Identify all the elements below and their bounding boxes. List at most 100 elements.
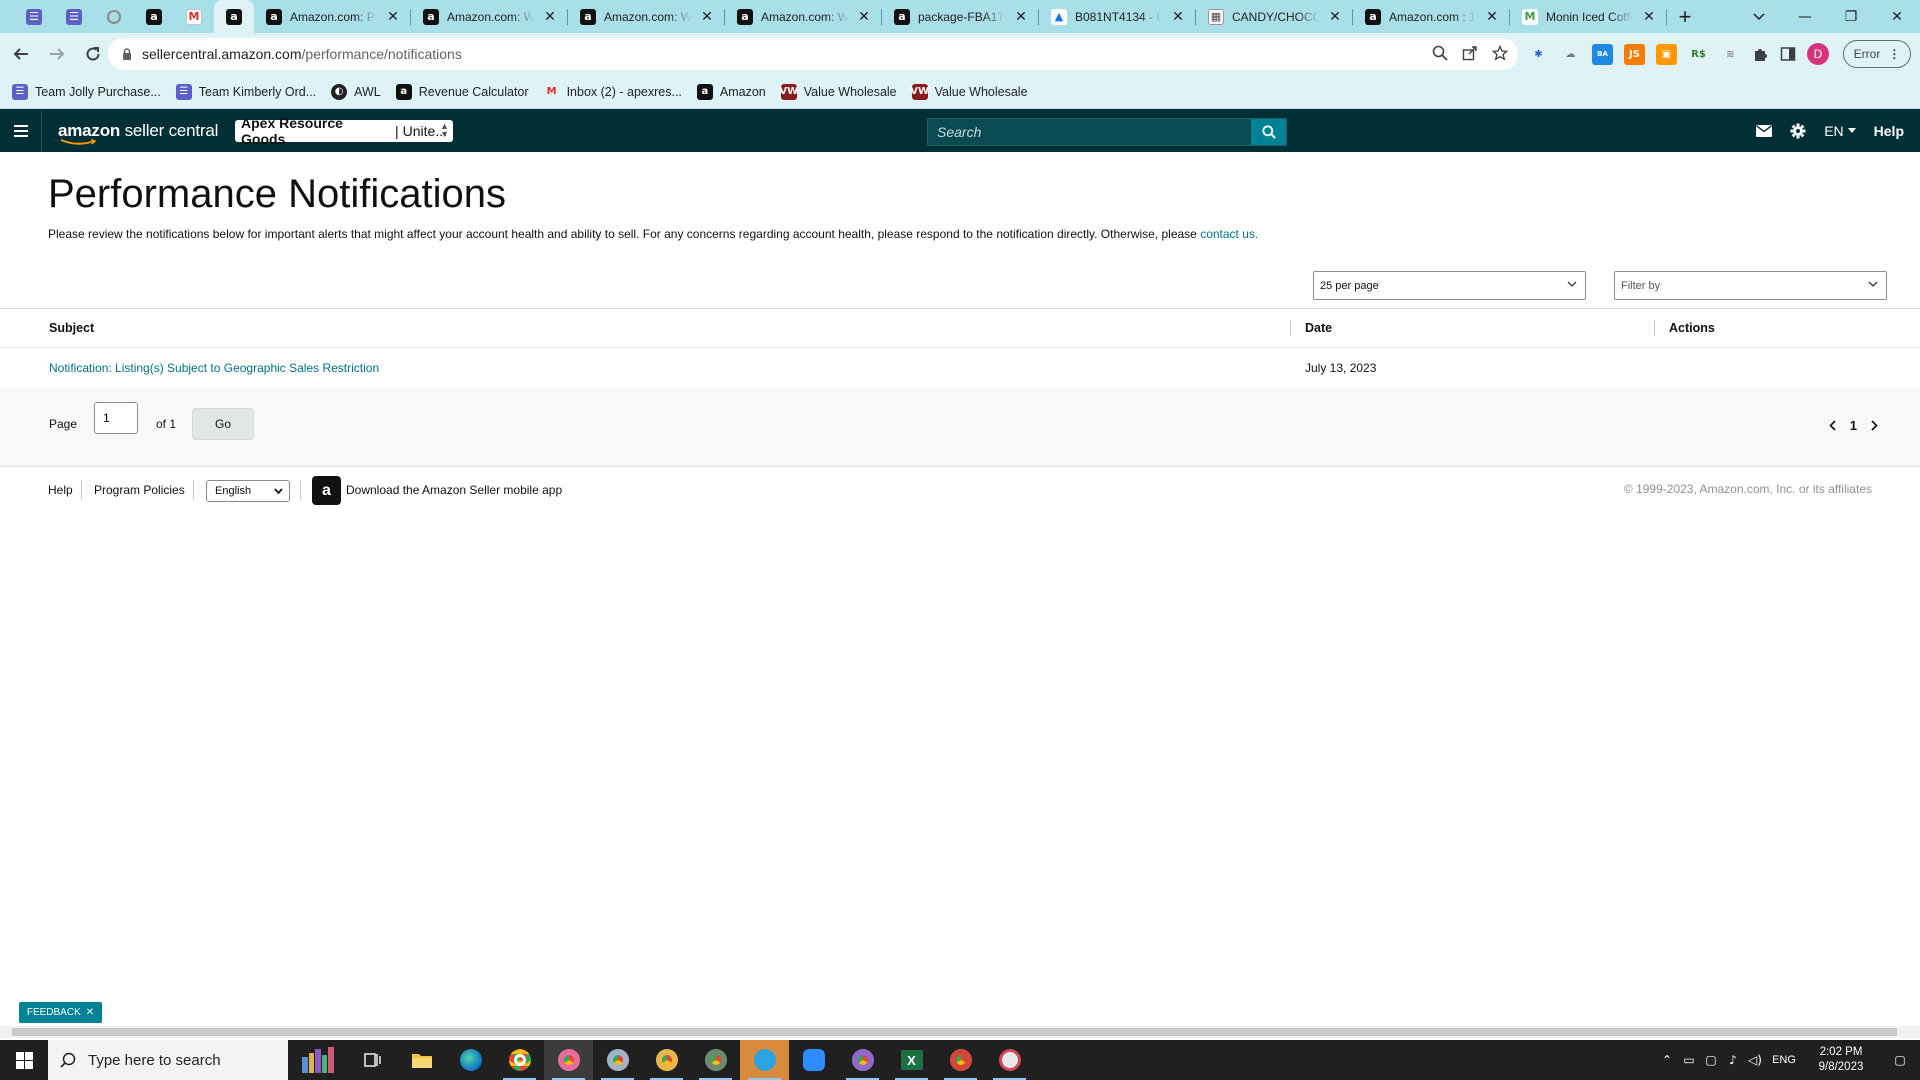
bookmark-item[interactable]: a Amazon — [696, 83, 766, 100]
scrollbar-thumb[interactable] — [12, 1028, 1897, 1036]
input-language[interactable]: ENG — [1766, 1054, 1802, 1066]
task-view-button[interactable] — [348, 1040, 397, 1080]
go-button[interactable]: Go — [192, 408, 254, 440]
forward-button[interactable] — [42, 39, 72, 69]
chrome-app-6[interactable] — [838, 1040, 887, 1080]
zoom-app[interactable] — [789, 1040, 838, 1080]
minimize-button[interactable]: — — [1782, 0, 1828, 33]
back-button[interactable] — [6, 39, 36, 69]
profile-avatar[interactable]: D — [1807, 43, 1829, 65]
camera-icon[interactable]: ▢ — [1700, 1053, 1722, 1067]
pinned-tab-seller-central[interactable]: a — [214, 0, 254, 33]
pinned-tab-list-1[interactable]: ☰ — [14, 0, 54, 33]
chrome-error-button[interactable]: Error ⋮ — [1843, 40, 1911, 68]
search-input[interactable] — [937, 124, 1247, 140]
tab-4[interactable]: a package-FBA17C ✕ — [882, 0, 1039, 33]
taskbar-search[interactable]: Type here to search — [48, 1040, 288, 1080]
horizontal-scrollbar[interactable] — [0, 1026, 1920, 1038]
notification-center-icon[interactable]: ▢ — [1880, 1053, 1920, 1067]
footer-program-policies-link[interactable]: Program Policies — [94, 483, 185, 497]
tab-6[interactable]: ▦ CANDY/CHOCOL ✕ — [1196, 0, 1353, 33]
chrome-app-2[interactable] — [544, 1040, 593, 1080]
bookmark-item[interactable]: a Revenue Calculator — [395, 83, 529, 100]
footer-language-select[interactable]: English — [206, 480, 290, 502]
share-icon[interactable] — [1462, 45, 1478, 61]
start-button[interactable] — [0, 1040, 48, 1080]
language-selector[interactable]: EN — [1824, 123, 1856, 139]
close-icon[interactable]: ✕ — [86, 1007, 94, 1018]
chevron-right-icon[interactable] — [1871, 420, 1878, 431]
footer-help-link[interactable]: Help — [48, 483, 73, 497]
extension-rs-icon[interactable]: R$ — [1688, 44, 1709, 65]
microphone-icon[interactable]: ♪ — [1722, 1053, 1744, 1067]
close-icon[interactable]: ✕ — [1327, 8, 1343, 25]
file-explorer-app[interactable] — [397, 1040, 446, 1080]
chrome-app-4[interactable] — [642, 1040, 691, 1080]
close-icon[interactable]: ✕ — [699, 8, 715, 25]
bookmark-item[interactable]: ☰ Team Jolly Purchase... — [12, 83, 161, 100]
close-icon[interactable]: ✕ — [1013, 8, 1029, 25]
edge-app[interactable] — [446, 1040, 495, 1080]
close-icon[interactable]: ✕ — [542, 8, 558, 25]
new-tab-button[interactable]: + — [1667, 0, 1703, 33]
seller-central-logo[interactable]: amazon seller central — [58, 121, 218, 145]
tab-search-button[interactable] — [1744, 0, 1774, 33]
star-icon[interactable] — [1492, 45, 1508, 61]
page-number-input[interactable] — [94, 402, 138, 434]
close-icon[interactable]: ✕ — [1484, 8, 1500, 25]
chrome-app-7[interactable] — [936, 1040, 985, 1080]
tab-2[interactable]: a Amazon.com: Wi ✕ — [568, 0, 725, 33]
amazon-app-icon[interactable]: a — [312, 476, 341, 505]
chrome-app-3[interactable] — [593, 1040, 642, 1080]
bookmark-item[interactable]: ☰ Team Kimberly Ord... — [175, 83, 316, 100]
volume-icon[interactable]: ◁) — [1744, 1053, 1766, 1067]
column-subject[interactable]: Subject — [49, 321, 94, 335]
close-icon[interactable]: ✕ — [1170, 8, 1186, 25]
help-link[interactable]: Help — [1874, 123, 1904, 139]
filter-select[interactable]: Filter by — [1614, 271, 1887, 300]
close-window-button[interactable]: ✕ — [1874, 0, 1920, 33]
feedback-button[interactable]: FEEDBACK ✕ — [19, 1002, 102, 1023]
tab-5[interactable]: ▲ B081NT4134 - Go ✕ — [1039, 0, 1196, 33]
extension-ruler-icon[interactable]: ≋ — [1720, 44, 1741, 65]
search-button[interactable] — [1251, 119, 1286, 145]
contact-us-link[interactable]: contact us. — [1200, 227, 1258, 241]
pinned-tab-gmail[interactable]: M — [174, 0, 214, 33]
tab-7[interactable]: a Amazon.com : 1 U ✕ — [1353, 0, 1510, 33]
pinned-tab-amazon[interactable]: a — [134, 0, 174, 33]
per-page-select[interactable]: 25 per page — [1313, 271, 1586, 300]
zoom-icon[interactable] — [1432, 45, 1448, 61]
extension-ba-icon[interactable]: BA — [1592, 43, 1613, 65]
taskbar-books-widget[interactable] — [292, 1040, 348, 1080]
excel-app[interactable]: X — [887, 1040, 936, 1080]
reload-button[interactable] — [78, 39, 108, 69]
chevron-left-icon[interactable] — [1829, 420, 1836, 431]
snip-app[interactable] — [985, 1040, 1034, 1080]
restore-button[interactable]: ❐ — [1828, 0, 1874, 33]
bookmark-item[interactable]: VW Value Wholesale — [779, 83, 897, 100]
settings-gear-icon[interactable] — [1790, 123, 1806, 139]
extension-cloud-icon[interactable]: ☁ — [1560, 44, 1581, 65]
address-bar[interactable]: sellercentral.amazon.com/performance/not… — [108, 38, 1518, 70]
tab-3[interactable]: a Amazon.com: Wi ✕ — [725, 0, 882, 33]
menu-button[interactable] — [0, 109, 42, 152]
telegram-app[interactable] — [740, 1040, 789, 1080]
side-panel-icon[interactable] — [1780, 46, 1796, 62]
extension-puzzle-blue-icon[interactable]: ✱ — [1528, 44, 1549, 65]
network-icon[interactable]: ▭ — [1678, 1053, 1700, 1067]
tab-8[interactable]: M Monin Iced Coffe ✕ — [1510, 0, 1667, 33]
extension-js-icon[interactable]: JS — [1624, 43, 1645, 65]
mail-icon[interactable] — [1756, 124, 1773, 137]
chrome-app-5[interactable] — [691, 1040, 740, 1080]
current-page[interactable]: 1 — [1850, 418, 1857, 433]
bookmark-item[interactable]: ◐ AWL — [331, 83, 381, 100]
pinned-tab-loading[interactable] — [94, 0, 134, 33]
clock[interactable]: 2:02 PM 9/8/2023 — [1802, 1045, 1880, 1075]
bookmark-item[interactable]: M Inbox (2) - apexres... — [544, 84, 682, 100]
account-switcher[interactable]: Apex Resource Goods | Unite... ▲ ▼ — [235, 115, 453, 147]
bookmark-item[interactable]: VW Value Wholesale — [910, 83, 1028, 100]
tab-1[interactable]: a Amazon.com: Wi ✕ — [411, 0, 568, 33]
close-icon[interactable]: ✕ — [1641, 8, 1657, 25]
pinned-tab-list-2[interactable]: ☰ — [54, 0, 94, 33]
chrome-app-1[interactable] — [495, 1040, 544, 1080]
